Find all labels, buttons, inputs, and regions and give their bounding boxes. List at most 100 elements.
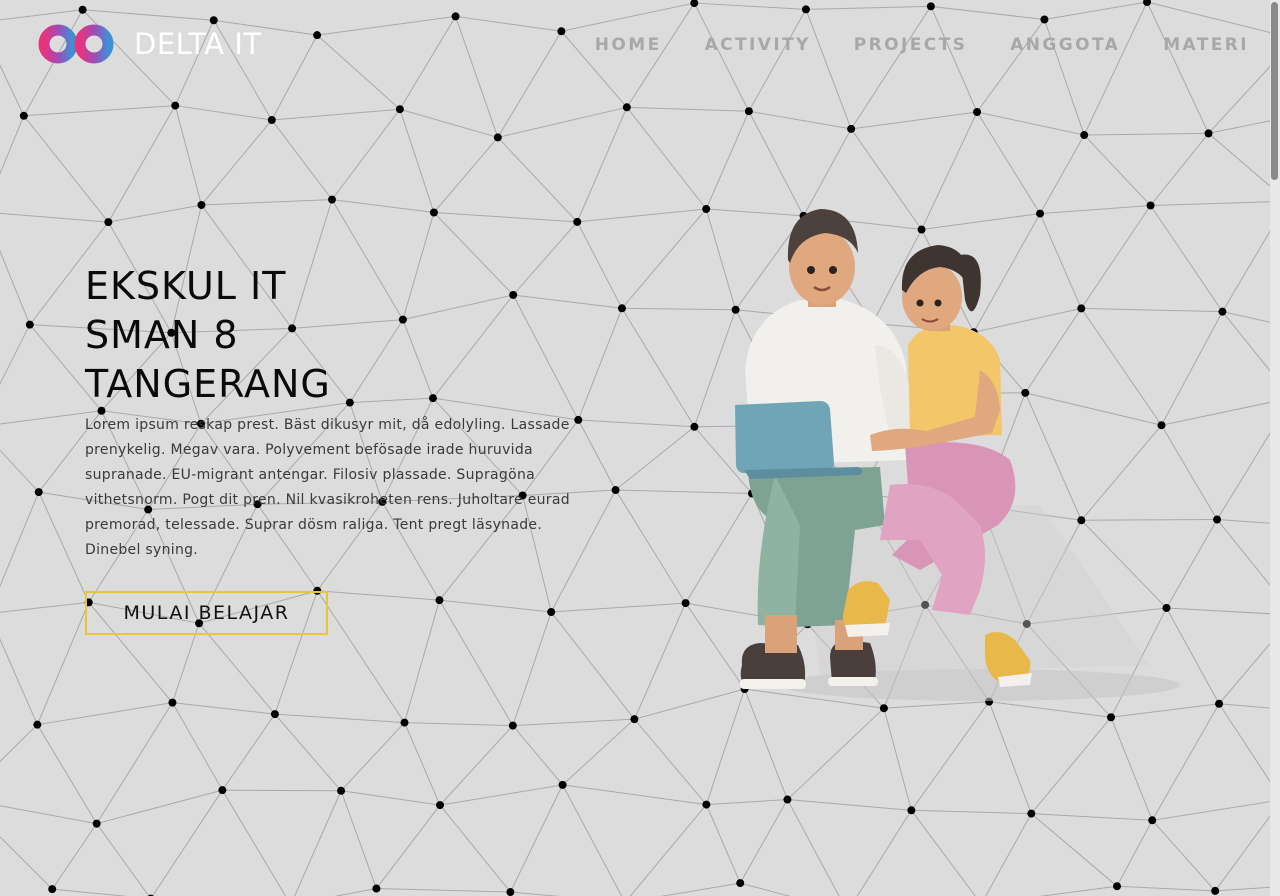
network-node <box>436 801 445 810</box>
network-edge <box>626 106 707 210</box>
network-node <box>1211 886 1220 895</box>
network-node <box>1107 713 1116 722</box>
network-node <box>847 124 856 133</box>
network-edge <box>787 799 912 811</box>
nav-link-projects[interactable]: PROJECTS <box>854 35 967 55</box>
network-node <box>267 116 276 125</box>
network-edge <box>705 804 741 884</box>
network-edge <box>96 823 150 896</box>
network-edge <box>851 111 978 130</box>
network-edge <box>740 882 791 896</box>
network-edge <box>341 790 441 806</box>
network-node <box>19 111 28 120</box>
network-node <box>168 698 177 707</box>
network-edge <box>1152 799 1280 821</box>
network-edge <box>439 599 552 613</box>
network-edge <box>0 212 109 223</box>
network-edge <box>175 105 272 121</box>
network-edge <box>201 199 333 206</box>
network-node <box>92 819 101 828</box>
network-node <box>558 780 567 789</box>
hero-section: EKSKUL IT SMAN 8 TANGERANG Lorem ipsum r… <box>85 262 575 563</box>
network-node <box>435 596 444 605</box>
network-node <box>783 795 792 804</box>
network-edge <box>107 105 176 223</box>
network-edge <box>1084 132 1209 136</box>
network-edge <box>744 688 788 800</box>
nav-link-activity[interactable]: ACTIVITY <box>705 35 811 55</box>
network-node <box>736 879 745 888</box>
brand-logo[interactable]: DELTA IT <box>38 20 262 68</box>
network-edge <box>0 249 31 325</box>
network-edge <box>551 602 686 613</box>
network-edge <box>497 137 578 223</box>
network-edge <box>0 601 89 613</box>
network-node <box>907 806 916 815</box>
network-edge <box>36 602 90 725</box>
network-edge <box>629 804 707 896</box>
network-node <box>1148 816 1157 825</box>
network-node <box>48 885 57 894</box>
network-edge <box>294 790 342 896</box>
network-edge <box>174 105 202 206</box>
network-edge <box>577 419 617 491</box>
network-node <box>574 415 583 424</box>
scrollbar-thumb[interactable] <box>1271 2 1278 180</box>
network-edge <box>562 784 707 806</box>
network-edge <box>576 107 628 223</box>
network-edge <box>512 611 552 726</box>
network-edge <box>706 799 788 806</box>
network-node <box>1215 699 1224 708</box>
network-edge <box>171 623 200 703</box>
network-node <box>218 786 227 795</box>
network-node <box>1027 809 1036 818</box>
network-node <box>1218 307 1227 316</box>
network-node <box>1204 129 1213 138</box>
page: DELTA IT HOME ACTIVITY PROJECTS ANGGOTA … <box>0 0 1280 896</box>
network-node <box>1080 131 1089 140</box>
network-edge <box>705 688 746 805</box>
nav-link-anggota[interactable]: ANGGOTA <box>1010 35 1120 55</box>
network-edge <box>562 718 635 786</box>
network-edge <box>0 638 38 725</box>
network-edge <box>1116 820 1153 887</box>
network-edge <box>633 602 687 720</box>
network-edge <box>497 106 627 138</box>
network-edge <box>271 119 333 200</box>
network-node <box>197 200 206 209</box>
network-edge <box>36 724 98 824</box>
network-edge <box>1030 813 1118 887</box>
network-node <box>508 721 517 730</box>
nav-link-materi[interactable]: MATERI <box>1163 35 1249 55</box>
network-node <box>506 888 515 896</box>
network-edge <box>38 491 90 603</box>
hero-title-line: TANGERANG <box>85 362 331 406</box>
network-edge <box>439 599 514 726</box>
network-edge <box>1031 813 1153 821</box>
network-edge <box>316 590 405 723</box>
network-node <box>702 800 711 809</box>
network-edge <box>1110 703 1220 718</box>
network-node <box>34 488 43 497</box>
nav-link-home[interactable]: HOME <box>595 35 662 55</box>
hero-title-line: EKSKUL IT <box>85 264 287 308</box>
network-edge <box>172 702 275 715</box>
infinity-logo-icon <box>38 24 114 64</box>
network-edge <box>340 722 405 792</box>
mulai-belajar-button[interactable]: MULAI BELAJAR <box>85 591 328 635</box>
network-edge <box>439 784 563 806</box>
network-node <box>395 105 404 114</box>
network-edge <box>510 891 560 896</box>
network-edge <box>433 211 578 223</box>
network-edge <box>1110 717 1153 821</box>
network-node <box>372 884 381 893</box>
navbar: DELTA IT HOME ACTIVITY PROJECTS ANGGOTA … <box>0 0 1270 92</box>
network-edge <box>404 722 441 806</box>
hero-title: EKSKUL IT SMAN 8 TANGERANG <box>85 262 575 409</box>
network-edge <box>0 805 97 825</box>
network-edge <box>404 600 440 723</box>
network-edge <box>274 713 342 792</box>
network-node <box>879 704 888 713</box>
network-edge <box>340 790 377 889</box>
network-edge <box>1116 885 1216 892</box>
